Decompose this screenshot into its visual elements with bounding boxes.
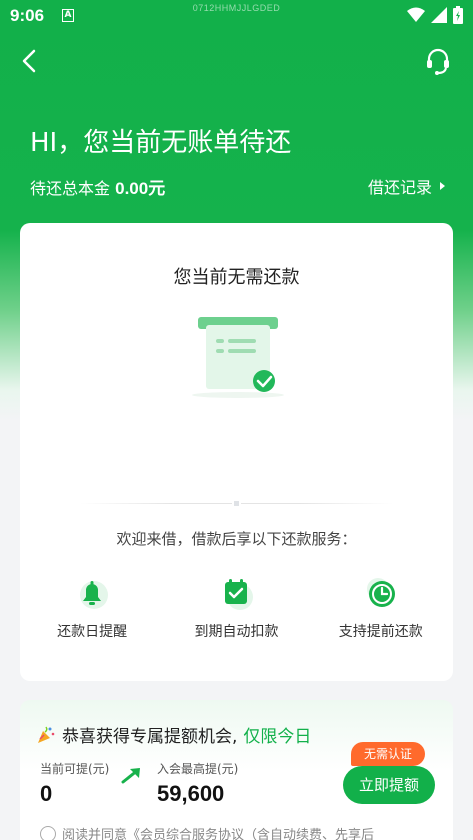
- member-limit-label: 入会最高提(元): [157, 762, 239, 776]
- calendar-check-icon: [225, 579, 254, 610]
- caret-right-icon: [440, 182, 445, 190]
- signal-icon: [431, 7, 447, 23]
- device-id: 0712HHMJJLGDED: [192, 3, 281, 13]
- current-limit-value: 0: [40, 781, 53, 806]
- promo-title-highlight: 仅限今日: [243, 727, 312, 747]
- feature-list: 还款日提醒 到期自动扣款 支持提前还款: [20, 575, 453, 641]
- customer-service-icon[interactable]: [423, 46, 453, 76]
- feature-early-repay: 支持提前还款: [309, 575, 453, 641]
- current-limit: 当前可提(元) 0: [40, 760, 109, 807]
- repayment-card: 您当前无需还款 欢迎来借，借款后享以下还款服务： 还款日提醒 到期自动扣款 支持…: [20, 223, 453, 681]
- principal-amount: 0.00元: [115, 179, 166, 198]
- up-arrow-icon: [121, 768, 140, 784]
- feature-label: 到期自动扣款: [194, 624, 279, 640]
- card-title: 您当前无需还款: [173, 267, 300, 288]
- status-bar: 9:06 A 0712HHMJJLGDED: [0, 0, 473, 32]
- empty-bill-illustration: [192, 317, 284, 398]
- clock-check-icon: [366, 578, 395, 607]
- member-limit-value: 59,600: [157, 781, 225, 806]
- party-popper-icon: [38, 726, 55, 743]
- promo-title: 恭喜获得专属提额机会, 仅限今日: [36, 722, 311, 747]
- feature-label: 还款日提醒: [57, 624, 128, 640]
- welcome-text: 欢迎来借，借款后享以下还款服务：: [116, 530, 357, 548]
- bell-icon: [80, 581, 109, 609]
- raise-limit-button[interactable]: 立即提额: [343, 766, 435, 804]
- no-verification-badge: 无需认证: [351, 742, 425, 766]
- page-headline: HI，您当前无账单待还: [30, 128, 292, 158]
- promo-title-text: 恭喜获得专属提额机会,: [62, 727, 238, 747]
- records-link[interactable]: 借还记录: [368, 174, 445, 198]
- battery-icon: [453, 6, 463, 24]
- agreement-checkbox[interactable]: [40, 825, 56, 840]
- agreement-row[interactable]: 阅读并同意《会员综合服务协议（含自动续费、先享后: [40, 824, 440, 840]
- member-limit: 入会最高提(元) 59,600: [157, 760, 238, 807]
- feature-reminder: 还款日提醒: [20, 575, 164, 641]
- feature-autodebit: 到期自动扣款: [164, 575, 308, 641]
- records-label: 借还记录: [367, 178, 432, 197]
- divider-dot: [232, 499, 241, 508]
- promo-card: 恭喜获得专属提额机会, 仅限今日 当前可提(元) 0 入会最高提(元) 59,6…: [20, 700, 453, 840]
- agreement-text: 阅读并同意《会员综合服务协议（含自动续费、先享后: [62, 828, 375, 840]
- current-limit-label: 当前可提(元): [40, 762, 110, 776]
- feature-label: 支持提前还款: [338, 624, 423, 640]
- principal-label: 待还总本金: [30, 179, 111, 198]
- back-arrow-icon[interactable]: [16, 46, 44, 76]
- wifi-icon: [407, 7, 425, 22]
- status-icons: [407, 6, 463, 24]
- principal-summary: 待还总本金 0.00元: [30, 174, 165, 199]
- nav-bar: [0, 40, 473, 84]
